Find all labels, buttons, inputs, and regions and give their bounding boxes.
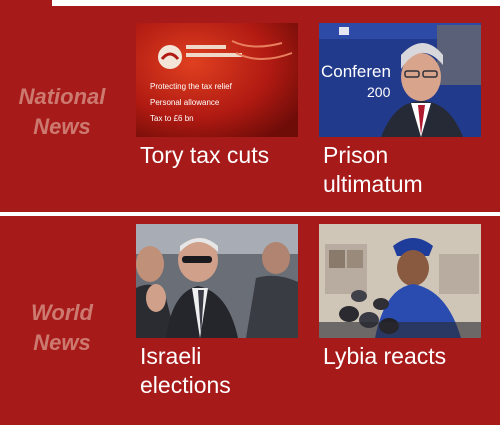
thumb-text-line: Personal allowance <box>150 98 220 107</box>
top-strip <box>0 0 52 6</box>
story-caption[interactable]: Prison ultimatum <box>323 141 495 199</box>
section-title-national: National News <box>6 82 118 142</box>
section-title-world: World News <box>6 298 118 358</box>
thumbnail-image-politician-crowd <box>136 224 298 338</box>
thumb-text-line: 200 <box>367 84 391 100</box>
story-thumbnail[interactable]: Protecting the tax relief Personal allow… <box>136 23 298 137</box>
thumbnail-image-conference-slide: Protecting the tax relief Personal allow… <box>136 23 298 137</box>
story-caption[interactable]: Lybia reacts <box>323 342 495 371</box>
story-caption[interactable]: Israeli elections <box>140 342 312 400</box>
world-news-section: World News Israeli elections Lybia react… <box>0 216 500 425</box>
caption-line2[interactable]: elections <box>140 371 312 400</box>
section-title-line1: National <box>18 84 106 109</box>
thumbnail-image-press-microphones <box>319 224 481 338</box>
section-title-line2: News <box>33 114 91 139</box>
story-caption[interactable]: Tory tax cuts <box>140 141 312 170</box>
story-thumbnail[interactable] <box>319 224 481 338</box>
story-thumbnail[interactable] <box>136 224 298 338</box>
thumb-text-line: Conferen <box>321 62 391 81</box>
section-title-line2: News <box>33 330 91 355</box>
caption-line1[interactable]: Israeli <box>140 342 312 371</box>
thumbnail-image-man-at-conference: Conferen 200 <box>319 23 481 137</box>
thumb-text-line: Tax to £6 bn <box>150 114 194 123</box>
story-lybia-reacts[interactable]: Lybia reacts <box>319 224 497 409</box>
caption-line1[interactable]: Tory tax cuts <box>140 141 312 170</box>
story-tory-tax-cuts[interactable]: Protecting the tax relief Personal allow… <box>136 23 314 203</box>
story-prison-ultimatum[interactable]: Conferen 200 Prison ultimatum <box>319 23 497 203</box>
section-title-line1: World <box>31 300 93 325</box>
caption-line1[interactable]: Prison <box>323 141 495 170</box>
story-israeli-elections[interactable]: Israeli elections <box>136 224 314 409</box>
caption-line2[interactable]: ultimatum <box>323 170 495 199</box>
thumb-text-line: Protecting the tax relief <box>150 82 233 91</box>
caption-line1[interactable]: Lybia reacts <box>323 342 495 371</box>
national-news-section: National News Protecting the tax relief … <box>0 0 500 212</box>
story-thumbnail[interactable]: Conferen 200 <box>319 23 481 137</box>
